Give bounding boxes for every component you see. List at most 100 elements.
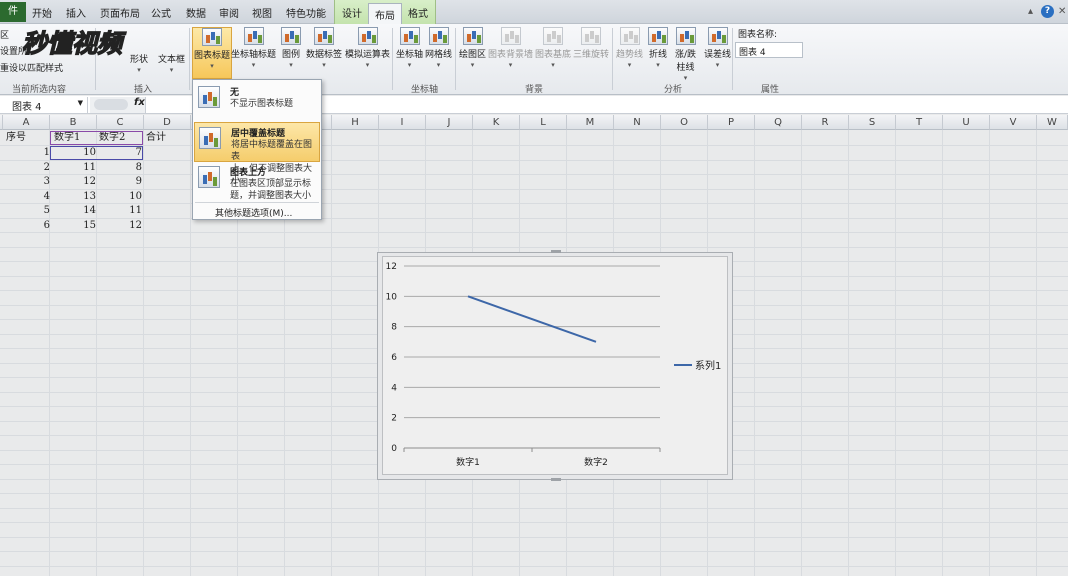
row-gridline	[0, 174, 1068, 175]
data-labels-button[interactable]: 数据标签 ▾	[306, 27, 342, 69]
column-header-o[interactable]: O	[661, 115, 708, 130]
name-box[interactable]: 图表 4 ▼	[0, 97, 88, 113]
column-header-l[interactable]: L	[520, 115, 567, 130]
3d-rotation-button[interactable]: 三维旋转	[573, 27, 609, 60]
cell-c7[interactable]: 12	[97, 219, 142, 233]
axes-button[interactable]: 坐标轴 ▾	[396, 27, 423, 69]
cell-b6[interactable]: 14	[50, 204, 96, 218]
cell-c6[interactable]: 11	[97, 204, 142, 218]
series-name-range-highlight	[50, 131, 143, 145]
column-header-k[interactable]: K	[473, 115, 520, 130]
column-header-v[interactable]: V	[990, 115, 1037, 130]
chart-elements-combo[interactable]: 区	[0, 28, 9, 41]
cell-a3[interactable]: 2	[3, 161, 50, 175]
column-header-d[interactable]: D	[144, 115, 191, 130]
cell-a4[interactable]: 3	[3, 175, 50, 189]
trendline-button[interactable]: 趋势线 ▾	[616, 27, 643, 69]
row-gridline	[0, 551, 1068, 552]
column-header-t[interactable]: T	[896, 115, 943, 130]
column-header-u[interactable]: U	[943, 115, 990, 130]
column-header-p[interactable]: P	[708, 115, 755, 130]
lines-icon	[648, 27, 668, 45]
cell-c4[interactable]: 9	[97, 175, 142, 189]
legend-icon	[281, 27, 301, 45]
chart-resize-handle[interactable]	[551, 250, 561, 253]
up-down-bars-button[interactable]: 涨/跌 柱线 ▾	[675, 27, 696, 82]
tab-insert[interactable]: 插入	[66, 5, 86, 20]
menu-item-above-chart[interactable]: 图表上方 在图表区顶部显示标 题，并调整图表大小	[194, 162, 320, 202]
error-bars-icon	[707, 27, 728, 45]
minimize-ribbon-icon[interactable]: ▴	[1028, 6, 1033, 17]
legend-button[interactable]: 图例 ▾	[281, 27, 301, 69]
column-header-c[interactable]: C	[97, 115, 144, 130]
chart-title-button[interactable]: 图表标题 ▾	[192, 27, 233, 79]
chart-plot-area[interactable]	[382, 256, 728, 475]
chart-floor-button[interactable]: 图表基底 ▾	[535, 27, 571, 69]
name-box-dropdown-icon[interactable]: ▼	[78, 99, 83, 107]
column-header-a[interactable]: A	[3, 115, 50, 130]
column-gridline	[801, 130, 802, 576]
axis-title-button[interactable]: 坐标轴标题 ▾	[231, 27, 276, 69]
tab-page-layout[interactable]: 页面布局	[100, 5, 140, 20]
tab-formulas[interactable]: 公式	[151, 5, 171, 20]
cell-a1[interactable]: 序号	[6, 131, 26, 145]
group-label-axes: 坐标轴	[411, 85, 439, 95]
menu-item-none[interactable]: 无 不显示图表标题	[194, 82, 320, 120]
tab-home[interactable]: 开始	[32, 5, 52, 20]
column-header-q[interactable]: Q	[755, 115, 802, 130]
formula-expand-handle[interactable]	[94, 99, 128, 110]
column-header-s[interactable]: S	[849, 115, 896, 130]
cell-d1[interactable]: 合计	[146, 131, 166, 145]
group-separator	[455, 28, 456, 90]
textbox-button[interactable]: 文本框 ▾	[158, 52, 185, 74]
column-header-h[interactable]: H	[332, 115, 379, 130]
tab-file[interactable]: 件	[0, 2, 26, 22]
shape-button[interactable]: 形状 ▾	[130, 52, 148, 74]
plot-area-button[interactable]: 绘图区 ▾	[459, 27, 486, 69]
error-bars-button[interactable]: 误差线 ▾	[704, 27, 731, 69]
column-header-r[interactable]: R	[802, 115, 849, 130]
insert-function-icon[interactable]: fx	[134, 97, 145, 108]
chart-name-input[interactable]: 图表 4	[735, 42, 803, 58]
cell-b4[interactable]: 12	[50, 175, 96, 189]
row-gridline	[0, 232, 1068, 233]
tab-format[interactable]: 格式	[408, 5, 428, 20]
watermark-logo: 秒懂视频	[21, 28, 123, 58]
menu-item-more-title-options[interactable]: 其他标题选项(M)...	[215, 206, 292, 219]
cell-b5[interactable]: 13	[50, 190, 96, 204]
cell-c5[interactable]: 10	[97, 190, 142, 204]
column-header-m[interactable]: M	[567, 115, 614, 130]
tab-view[interactable]: 视图	[252, 5, 272, 20]
column-header-n[interactable]: N	[614, 115, 661, 130]
plot-area-icon	[462, 27, 483, 45]
row-gridline	[0, 188, 1068, 190]
column-header-b[interactable]: B	[50, 115, 97, 130]
cell-b3[interactable]: 11	[50, 161, 96, 175]
tab-layout[interactable]: 布局	[368, 3, 402, 24]
column-header-w[interactable]: W	[1037, 115, 1068, 130]
cell-a7[interactable]: 6	[3, 219, 50, 233]
menu-item-centered-overlay-title[interactable]: 居中覆盖标题 将居中标题覆盖在图表 上，但不调整图表大小	[194, 122, 320, 186]
chart-resize-handle[interactable]	[551, 478, 561, 481]
column-header-i[interactable]: I	[379, 115, 426, 130]
lines-button[interactable]: 折线 ▾	[648, 27, 668, 69]
tab-design[interactable]: 设计	[342, 5, 362, 20]
data-labels-icon	[314, 27, 334, 45]
tab-review[interactable]: 审阅	[219, 5, 239, 20]
cell-b7[interactable]: 15	[50, 219, 96, 233]
tab-special[interactable]: 特色功能	[286, 5, 326, 20]
help-icon[interactable]: ?	[1041, 5, 1054, 18]
chart-title-dropdown-menu: 无 不显示图表标题 居中覆盖标题 将居中标题覆盖在图表 上，但不调整图表大小 图…	[192, 79, 322, 220]
cell-a6[interactable]: 5	[3, 204, 50, 218]
column-header-j[interactable]: J	[426, 115, 473, 130]
cell-c3[interactable]: 8	[97, 161, 142, 175]
cell-a5[interactable]: 4	[3, 190, 50, 204]
gridlines-button[interactable]: 网格线 ▾	[425, 27, 452, 69]
group-separator	[612, 28, 613, 90]
tab-data[interactable]: 数据	[186, 5, 206, 20]
reset-style-button[interactable]: 重设以匹配样式	[0, 61, 63, 74]
cell-a2[interactable]: 1	[3, 146, 50, 160]
data-table-button[interactable]: 模拟运算表 ▾	[345, 27, 390, 69]
close-icon[interactable]: ✕	[1058, 6, 1066, 17]
chart-wall-button[interactable]: 图表背景墙 ▾	[488, 27, 533, 69]
